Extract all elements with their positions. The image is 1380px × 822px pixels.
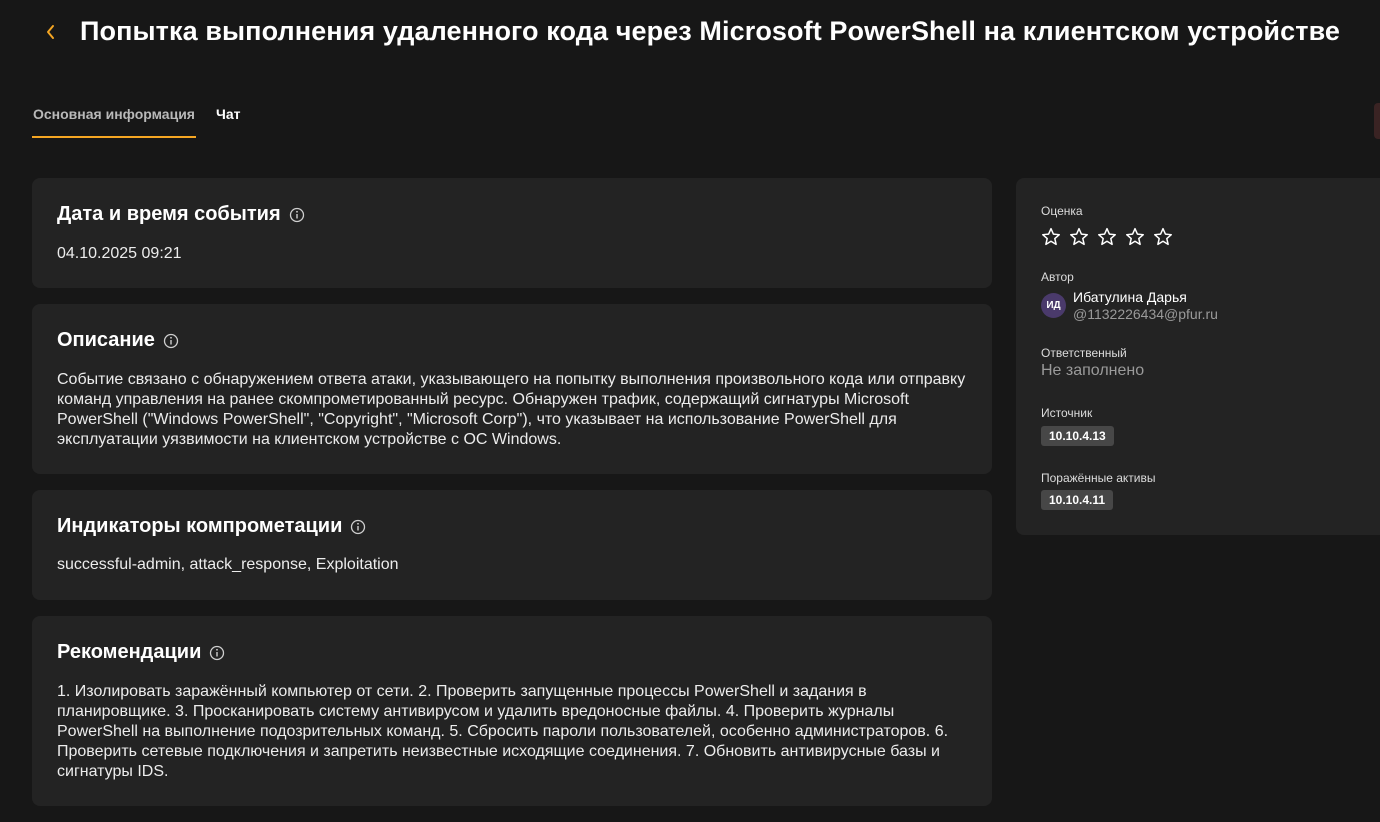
chevron-left-icon [47, 25, 54, 39]
avatar: ИД [1041, 293, 1066, 318]
description-card: Описание Событие связано с обнаружением … [32, 304, 992, 474]
recommendations-title: Рекомендации [57, 641, 202, 663]
indicators-title: Индикаторы компрометации [57, 515, 343, 537]
info-icon[interactable] [289, 207, 305, 223]
info-icon[interactable] [350, 519, 366, 535]
star-icon[interactable] [1097, 224, 1125, 248]
star-icon[interactable] [1153, 224, 1181, 248]
rating-stars [1041, 224, 1181, 248]
asset-ip-badge: 10.10.4.11 [1041, 490, 1114, 510]
indicators-card: Индикаторы компрометации successful-admi… [32, 490, 992, 600]
description-text: Событие связано с обнаружением ответа ат… [57, 371, 966, 448]
star-icon[interactable] [1069, 224, 1097, 248]
back-button[interactable] [36, 14, 64, 50]
author-name: Ибатулина Дарья [1073, 289, 1187, 305]
datetime-title: Дата и время события [57, 203, 281, 225]
edge-action-button[interactable] [1374, 103, 1380, 139]
tab-bar: Основная информация Чат [32, 96, 260, 138]
indicators-text: successful-admin, attack_response, Explo… [57, 556, 399, 573]
datetime-title-row: Дата и время события [57, 203, 305, 226]
datetime-value: 04.10.2025 09:21 [57, 245, 182, 262]
star-icon[interactable] [1125, 224, 1153, 248]
tab-main-info[interactable]: Основная информация [32, 96, 196, 138]
page-title: Попытка выполнения удаленного кода через… [80, 16, 1341, 46]
recommendations-title-row: Рекомендации [57, 641, 225, 664]
responsible-label: Ответственный [1041, 346, 1127, 360]
incident-sidebar: Оценка Автор ИД Ибатулина Дарья @1132226… [1016, 178, 1380, 535]
indicators-title-row: Индикаторы компрометации [57, 515, 366, 538]
page-header: Попытка выполнения удаленного кода через… [0, 0, 1380, 66]
source-label: Источник [1041, 406, 1093, 420]
responsible-value[interactable]: Не заполнено [1041, 362, 1144, 380]
star-icon[interactable] [1041, 224, 1069, 248]
incident-page: Попытка выполнения удаленного кода через… [0, 0, 1380, 822]
tab-chat[interactable]: Чат [215, 96, 241, 138]
description-title: Описание [57, 329, 155, 351]
author-handle: @1132226434@pfur.ru [1073, 306, 1218, 322]
assets-label: Поражённые активы [1041, 471, 1156, 485]
source-ip-badge: 10.10.4.13 [1041, 426, 1114, 446]
info-icon[interactable] [209, 645, 225, 661]
datetime-card: Дата и время события 04.10.2025 09:21 [32, 178, 992, 288]
recommendations-text: 1. Изолировать заражённый компьютер от с… [57, 683, 949, 780]
author-label: Автор [1041, 270, 1074, 284]
info-icon[interactable] [163, 333, 179, 349]
description-title-row: Описание [57, 329, 179, 352]
rating-label: Оценка [1041, 204, 1083, 218]
recommendations-card: Рекомендации 1. Изолировать заражённый к… [32, 616, 992, 806]
